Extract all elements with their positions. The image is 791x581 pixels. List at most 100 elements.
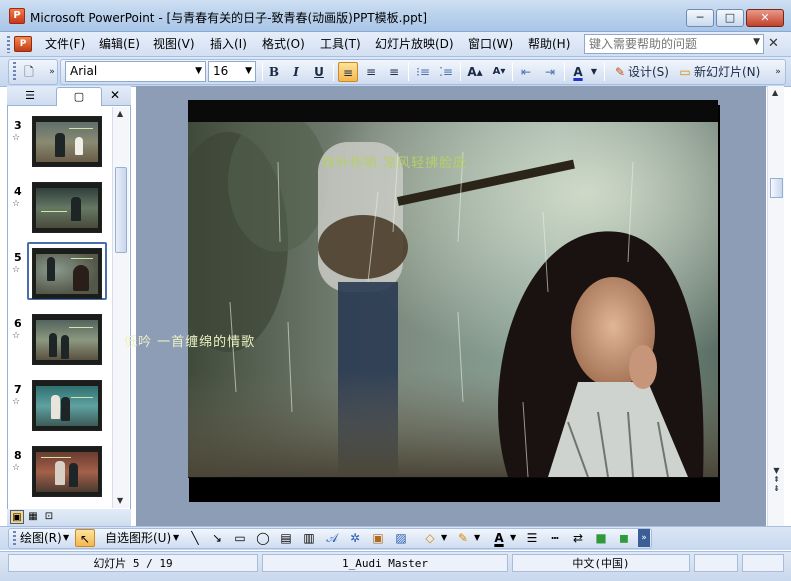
slide-thumbnail-image[interactable] [32,314,102,365]
menu-grip[interactable] [7,36,10,53]
menu-view[interactable]: 视图(V) [151,36,197,53]
menu-tools[interactable]: 工具(T) [318,36,363,53]
menu-help[interactable]: 帮助(H) [526,36,572,53]
slideshow-view-icon[interactable]: ⊡ [42,510,56,524]
slide-area-scrollbar[interactable]: ▲ ▼ ⇞ ⇟ [767,86,784,526]
toolbar-options-icon[interactable]: » [768,62,788,82]
maximize-button[interactable]: □ [716,9,744,27]
scrollbar-thumb[interactable] [115,167,127,253]
chevron-down-icon[interactable]: ▼ [63,529,69,547]
chevron-down-icon[interactable]: ▼ [510,529,516,547]
underline-button[interactable]: U [309,62,329,82]
chevron-down-icon[interactable]: ▼ [753,37,760,47]
minimize-button[interactable]: ─ [686,9,714,27]
document-icon[interactable]: P [14,36,32,52]
new-slide-icon[interactable]: ▭ [675,62,695,82]
line-color-icon[interactable]: ✎ [454,529,472,547]
design-icon[interactable]: ✎ [610,62,630,82]
draw-menu-button[interactable]: 绘图(R) [20,529,62,547]
close-button[interactable]: ✕ [746,9,784,27]
slide-caption-bottom[interactable]: 低吟 一首缠绵的情歌 [124,331,255,350]
scroll-down-icon[interactable]: ▼ [117,496,123,505]
align-right-icon[interactable]: ≡ [384,62,404,82]
help-search-box[interactable]: ▼ [584,34,764,54]
decrease-indent-icon[interactable]: ⇤ [516,62,536,82]
font-color-icon[interactable]: A [490,529,508,547]
picture-icon[interactable]: ▨ [392,529,410,547]
toolbar-options-icon[interactable]: » [42,62,62,82]
italic-button[interactable]: I [286,62,306,82]
shadow-style-icon[interactable]: ■ [592,529,610,547]
slide-thumbnail[interactable]: 8 ☆ [8,443,112,503]
slide-thumbnail-image[interactable] [32,182,102,233]
scrollbar-thumb[interactable] [770,178,783,198]
fill-color-icon[interactable]: ◇ [421,529,439,547]
menu-slideshow[interactable]: 幻灯片放映(D) [373,36,456,53]
menu-format[interactable]: 格式(O) [260,36,307,53]
dash-style-icon[interactable]: ┅ [546,529,564,547]
slides-panel-scrollbar[interactable]: ▲ ▼ [112,107,129,508]
vertical-textbox-icon[interactable]: ▥ [300,529,318,547]
panel-close-icon[interactable]: ✕ [110,88,120,102]
normal-view-icon[interactable]: ▣ [10,510,24,524]
increase-indent-icon[interactable]: ⇥ [540,62,560,82]
menu-file[interactable]: 文件(F) [43,36,87,53]
design-button[interactable]: 设计(S) [628,62,669,82]
toolbar-grip[interactable] [13,62,16,82]
line-icon[interactable]: ╲ [186,529,204,547]
arrow-icon[interactable]: ↘ [208,529,226,547]
toolbar-grip[interactable] [13,531,16,547]
increase-font-icon[interactable]: A▴ [465,62,485,82]
chevron-down-icon[interactable]: ▼ [245,66,252,76]
autoshapes-menu-button[interactable]: 自选图形(U) [105,529,171,547]
clipart-icon[interactable]: ▣ [369,529,387,547]
menu-edit[interactable]: 编辑(E) [97,36,142,53]
chevron-down-icon[interactable]: ▼ [474,529,480,547]
chevron-down-icon[interactable]: ▼ [589,62,599,82]
line-style-icon[interactable]: ☰ [523,529,541,547]
bold-button[interactable]: B [264,62,284,82]
font-size-select[interactable]: 16 ▼ [208,61,256,82]
toolbar-options-icon[interactable]: » [638,529,650,547]
align-left-icon[interactable]: ≡ [338,62,358,82]
slide-thumbnail-image[interactable] [32,380,102,431]
help-search-input[interactable] [585,35,743,53]
slide-sorter-icon[interactable]: ▦ [26,510,40,524]
font-color-icon[interactable]: A [568,62,588,82]
slide-thumbnail-image[interactable] [32,446,102,497]
slide-thumbnail[interactable]: 7 ☆ [8,377,112,437]
new-document-icon[interactable]: 🗋 [19,62,39,82]
menu-window[interactable]: 窗口(W) [466,36,515,53]
select-objects-icon[interactable]: ↖ [75,529,95,547]
font-name-select[interactable]: Arial ▼ [65,61,206,82]
scroll-up-icon[interactable]: ▲ [117,109,123,118]
3d-style-icon[interactable]: ◼ [615,529,633,547]
powerpoint-icon[interactable]: P [9,8,25,24]
chevron-down-icon[interactable]: ▼ [441,529,447,547]
slide-thumbnail[interactable]: 4 ☆ [8,179,112,239]
new-slide-button[interactable]: 新幻灯片(N) [694,62,760,82]
scroll-up-icon[interactable]: ▲ [772,88,778,97]
arrow-style-icon[interactable]: ⇄ [569,529,587,547]
slide-thumbnail-selected[interactable]: 5 ☆ [8,242,112,305]
slide-caption-top[interactable]: 林叶作响 凉风轻拂脸庞 [322,152,467,171]
oval-icon[interactable]: ◯ [254,529,272,547]
numbering-icon[interactable]: ⁝≡ [413,62,433,82]
rectangle-icon[interactable]: ▭ [231,529,249,547]
slide-thumbnail[interactable]: 6 ☆ [8,311,112,371]
textbox-icon[interactable]: ▤ [277,529,295,547]
menu-insert[interactable]: 插入(I) [208,36,249,53]
align-center-icon[interactable]: ≡ [361,62,381,82]
tab-slides[interactable]: ▢ [56,87,102,106]
decrease-font-icon[interactable]: A▾ [489,62,509,82]
chevron-down-icon[interactable]: ▼ [195,66,202,76]
diagram-icon[interactable]: ✲ [346,529,364,547]
slide-thumbnail[interactable]: 3 ☆ [8,113,112,173]
slide-thumbnail-image[interactable] [32,248,102,299]
chevron-down-icon[interactable]: ▼ [173,529,179,547]
bullets-icon[interactable]: ⁚≡ [436,62,456,82]
document-close-icon[interactable]: ✕ [768,36,779,51]
wordart-icon[interactable]: 𝒜 [323,529,341,547]
previous-next-slide-icons[interactable]: ▼ ⇞ ⇟ [770,466,783,496]
slide-thumbnail-image[interactable] [32,116,102,167]
